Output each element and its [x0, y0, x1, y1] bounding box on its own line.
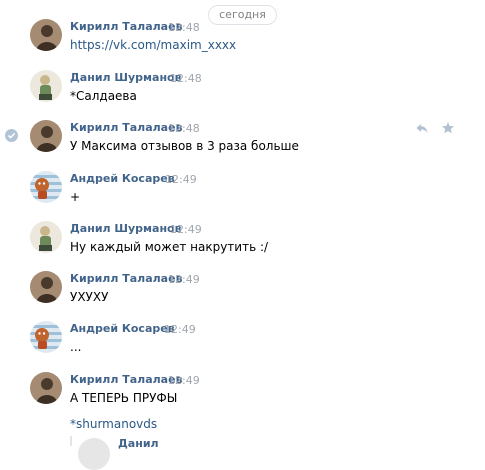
message-time[interactable]: 12:48: [170, 72, 202, 85]
message-item[interactable]: Кирилл Талалаев 12:49 УХУХУ: [0, 271, 485, 321]
forwarded-reference[interactable]: *shurmanovds: [70, 417, 157, 431]
message-author[interactable]: Кирилл Талалаев: [70, 272, 183, 285]
avatar[interactable]: [30, 271, 62, 303]
message-item[interactable]: Данил Шурманов 12:49 Ну каждый может нак…: [0, 221, 485, 271]
message-time[interactable]: 12:49: [168, 273, 200, 286]
avatar[interactable]: [30, 321, 62, 353]
message-text: ...: [70, 340, 82, 354]
message-time[interactable]: 12:48: [168, 122, 200, 135]
quoted-author[interactable]: Данил: [118, 437, 159, 450]
message-time[interactable]: 12:49: [168, 374, 200, 387]
message-item[interactable]: Андрей Косарев 12:49 ...: [0, 321, 485, 371]
message-text: А ТЕПЕРЬ ПРУФЫ: [70, 391, 178, 405]
message-item[interactable]: Кирилл Талалаев 12:48 У Максима отзывов …: [0, 120, 485, 170]
quote-bar: [70, 436, 72, 446]
message-item[interactable]: Данил Шурманов 12:48 *Салдаева: [0, 70, 485, 120]
avatar[interactable]: [30, 171, 62, 203]
message-link[interactable]: https://vk.com/maxim_xxxx: [70, 38, 236, 52]
check-icon[interactable]: [5, 129, 18, 142]
message-time[interactable]: 12:48: [168, 21, 200, 34]
avatar[interactable]: [30, 372, 62, 404]
message-author[interactable]: Андрей Косарев: [70, 172, 175, 185]
reply-icon[interactable]: [415, 120, 429, 136]
message-text: Ну каждый может накрутить :/: [70, 240, 269, 254]
message-item[interactable]: Кирилл Талалаев 12:49 А ТЕПЕРЬ ПРУФЫ: [0, 372, 485, 422]
message-item[interactable]: Андрей Косарев 12:49 +: [0, 171, 485, 221]
message-text: +: [70, 190, 81, 204]
avatar[interactable]: [30, 19, 62, 51]
message-author[interactable]: Кирилл Талалаев: [70, 121, 183, 134]
avatar[interactable]: [30, 70, 62, 102]
star-icon[interactable]: [441, 120, 455, 136]
message-time[interactable]: 12:49: [170, 223, 202, 236]
message-author[interactable]: Андрей Косарев: [70, 322, 175, 335]
avatar[interactable]: [30, 221, 62, 253]
message-author[interactable]: Кирилл Талалаев: [70, 20, 183, 33]
message-text: УХУХУ: [70, 290, 109, 304]
message-time[interactable]: 12:49: [165, 173, 197, 186]
message-author[interactable]: Данил Шурманов: [70, 222, 182, 235]
message-text: *Салдаева: [70, 89, 137, 103]
message-text: У Максима отзывов в 3 раза больше: [70, 139, 299, 153]
message-time[interactable]: 12:49: [164, 323, 196, 336]
message-item[interactable]: Кирилл Талалаев 12:48 https://vk.com/max…: [0, 19, 485, 69]
avatar[interactable]: [30, 120, 62, 152]
quoted-avatar[interactable]: [78, 438, 110, 470]
message-author[interactable]: Данил Шурманов: [70, 71, 182, 84]
message-actions: [415, 120, 455, 136]
message-author[interactable]: Кирилл Талалаев: [70, 373, 183, 386]
